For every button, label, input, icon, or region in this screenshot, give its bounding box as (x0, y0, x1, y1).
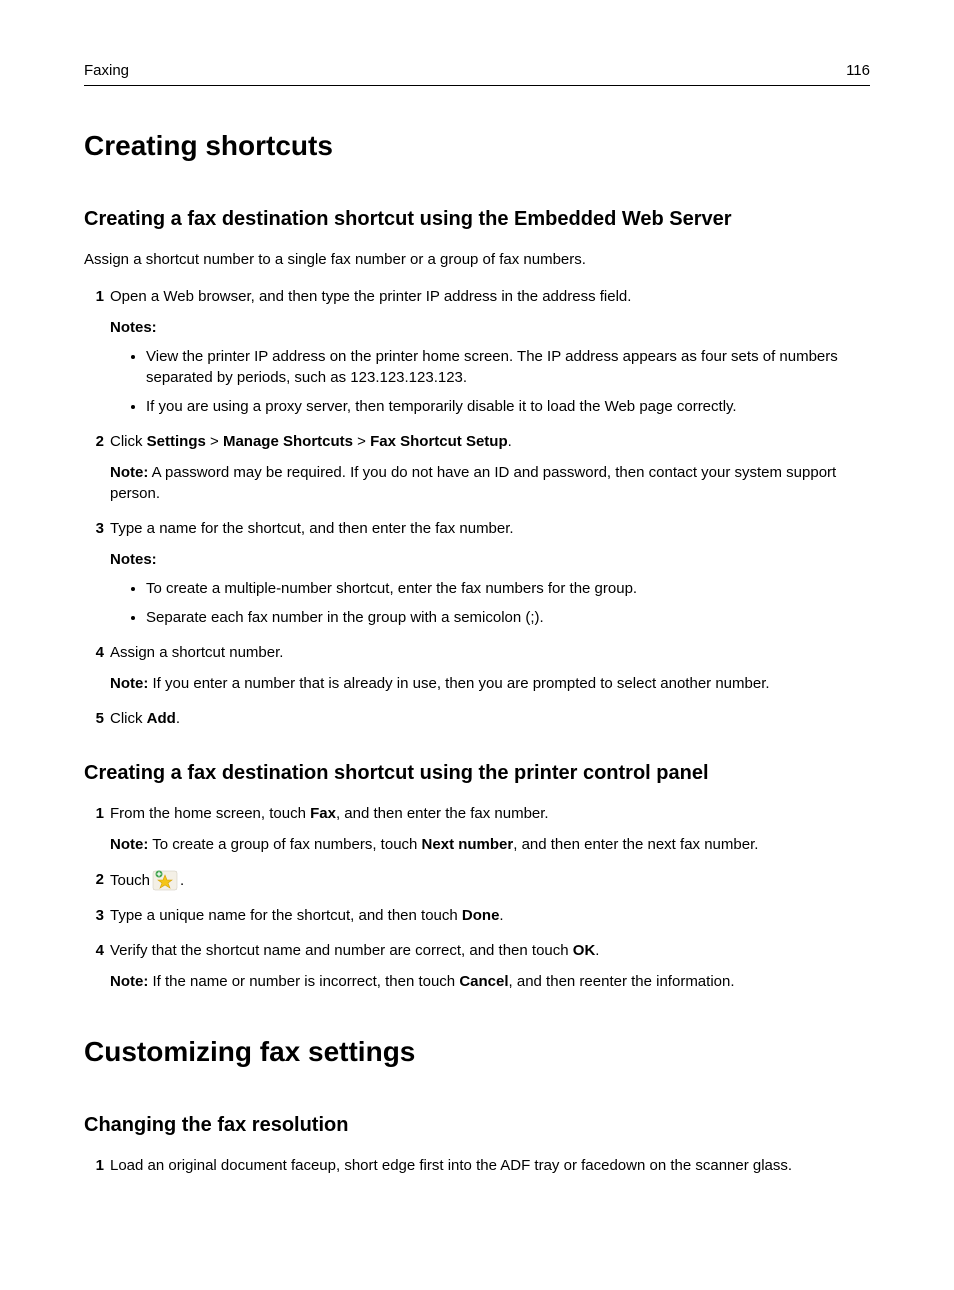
step-2: Click Settings > Manage Shortcuts > Fax … (84, 431, 870, 504)
step-3-text: Type a name for the shortcut, and then e… (110, 520, 514, 537)
header-page-number: 116 (846, 60, 870, 81)
step-1-note: Note: To create a group of fax numbers, … (110, 834, 870, 855)
step-4-note: Note: If the name or number is incorrect… (110, 971, 870, 992)
step-1-notes: View the printer IP address on the print… (110, 346, 870, 417)
notes-label: Notes: (110, 317, 870, 338)
header-section: Faxing (84, 60, 129, 81)
note-item: To create a multiple‑number shortcut, en… (146, 578, 870, 599)
step-3: Type a name for the shortcut, and then e… (84, 518, 870, 628)
note-item: Separate each fax number in the group wi… (146, 607, 870, 628)
step-1-text: From the home screen, touch Fax, and the… (110, 805, 549, 822)
page-header: Faxing 116 (84, 60, 870, 86)
notes-label: Notes: (110, 549, 870, 570)
subheading-fax-resolution: Changing the fax resolution (84, 1111, 870, 1139)
heading-customizing-fax-settings: Customizing fax settings (84, 1032, 870, 1071)
step-2: Touch . (84, 869, 870, 891)
step-3-text: Type a unique name for the shortcut, and… (110, 907, 504, 924)
star-shortcut-icon (152, 869, 178, 891)
step-3: Type a unique name for the shortcut, and… (84, 905, 870, 926)
note-item: If you are using a proxy server, then te… (146, 396, 870, 417)
step-4-text: Assign a shortcut number. (110, 644, 283, 661)
step-4: Verify that the shortcut name and number… (84, 940, 870, 992)
step-4: Assign a shortcut number. Note: If you e… (84, 642, 870, 694)
step-2-text: Touch . (110, 869, 870, 891)
step-1: Load an original document faceup, short … (84, 1155, 870, 1176)
subheading-ews: Creating a fax destination shortcut usin… (84, 205, 870, 233)
step-1-text: Load an original document faceup, short … (110, 1157, 792, 1174)
step-3-notes: To create a multiple‑number shortcut, en… (110, 578, 870, 628)
intro-text: Assign a shortcut number to a single fax… (84, 249, 870, 270)
steps-resolution: Load an original document faceup, short … (84, 1155, 870, 1176)
heading-creating-shortcuts: Creating shortcuts (84, 126, 870, 165)
step-1: From the home screen, touch Fax, and the… (84, 803, 870, 855)
step-5: Click Add. (84, 708, 870, 729)
step-5-text: Click Add. (110, 710, 180, 727)
step-4-text: Verify that the shortcut name and number… (110, 942, 599, 959)
step-2-note: Note: A password may be required. If you… (110, 462, 870, 504)
steps-ews: Open a Web browser, and then type the pr… (84, 286, 870, 729)
step-2-text: Click Settings > Manage Shortcuts > Fax … (110, 433, 512, 450)
step-4-note: Note: If you enter a number that is alre… (110, 673, 870, 694)
subheading-control-panel: Creating a fax destination shortcut usin… (84, 759, 870, 787)
note-item: View the printer IP address on the print… (146, 346, 870, 388)
steps-control-panel: From the home screen, touch Fax, and the… (84, 803, 870, 992)
step-1: Open a Web browser, and then type the pr… (84, 286, 870, 417)
step-1-text: Open a Web browser, and then type the pr… (110, 288, 631, 305)
